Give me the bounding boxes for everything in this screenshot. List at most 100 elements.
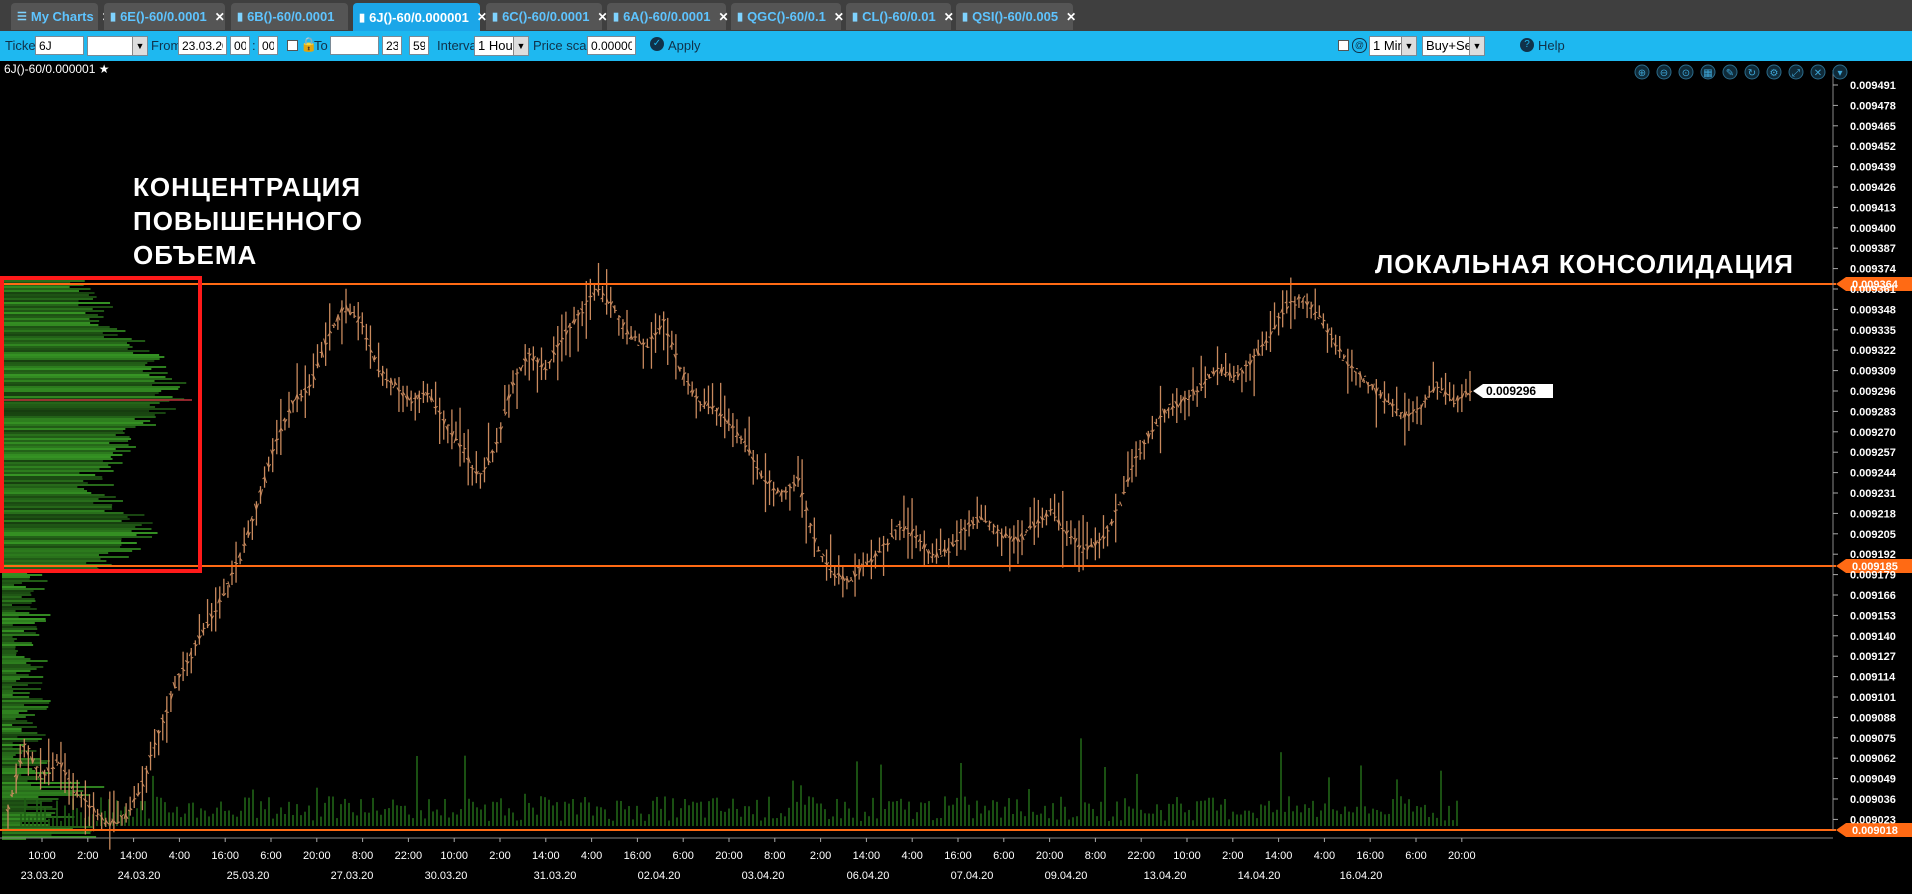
tab-qsi[interactable]: ▮ QSI()-60/0.005 ✕: [956, 3, 1076, 30]
volume-profile-bar: [2, 754, 16, 756]
close-icon[interactable]: ✕: [719, 10, 729, 24]
from-min-input[interactable]: [258, 36, 278, 55]
volume-profile-bar: [2, 536, 152, 538]
x-date-label: 31.03.20: [534, 870, 577, 882]
tab-qgc[interactable]: ▮ QGC()-60/0.1 ✕: [731, 3, 844, 30]
timeframe-select[interactable]: 1 Min ▼: [1369, 36, 1417, 56]
volume-bar: [408, 814, 410, 826]
apply-button[interactable]: Apply: [668, 38, 701, 53]
volume-profile-bar: [2, 724, 13, 726]
volume-bar: [1188, 809, 1190, 826]
volume-bar: [792, 780, 794, 826]
star-icon[interactable]: ★: [95, 62, 110, 76]
close-icon[interactable]: ✕: [1066, 10, 1076, 24]
volume-profile-bar: [2, 764, 41, 766]
volume-profile-bar: [2, 598, 35, 600]
volume-profile-bar: [2, 302, 111, 304]
volume-bar: [1296, 805, 1298, 826]
volume-bar: [296, 804, 298, 826]
volume-profile-bar: [2, 444, 129, 446]
tab-6c[interactable]: ▮ 6C()-60/0.0001 ✕: [486, 3, 608, 30]
volume-profile-bar: [2, 584, 15, 586]
volume-profile-bar: [2, 798, 59, 800]
tab-6a[interactable]: ▮ 6A()-60/0.0001 ✕: [607, 3, 729, 30]
volume-bar: [1416, 806, 1418, 826]
lock-checkbox[interactable]: [287, 40, 298, 51]
volume-bar: [1004, 806, 1006, 826]
volume-bar: [320, 816, 322, 826]
volume-profile-bar: [2, 280, 85, 282]
to-date-input[interactable]: [330, 36, 379, 55]
x-time-label: 22:00: [395, 850, 423, 862]
x-date-label: 30.03.20: [425, 870, 468, 882]
x-time-label: 16:00: [1356, 850, 1384, 862]
from-label: From: [151, 38, 182, 53]
volume-bar: [592, 815, 594, 826]
tab-6e[interactable]: ▮ 6E()-60/0.0001 ✕: [104, 3, 225, 30]
price-bar-close: [822, 553, 825, 557]
chart-tools[interactable]: ⊕ ⊖ ⊙ ▦ ✎ ↻ ⚙ ⤢ ✕ ▾: [1634, 64, 1848, 80]
volume-bar: [700, 801, 702, 826]
tab-6j[interactable]: ▮ 6J()-60/0.000001 ✕: [353, 3, 487, 31]
from-hour-input[interactable]: [230, 36, 250, 55]
volume-bar: [368, 812, 370, 826]
volume-bar: [852, 817, 854, 826]
close-icon[interactable]: ✕: [834, 10, 844, 24]
close-icon[interactable]: ✕: [215, 10, 225, 24]
volume-bar: [768, 796, 770, 826]
volume-profile-bar: [2, 834, 52, 836]
volume-bar: [572, 798, 574, 826]
volume-bar: [448, 817, 450, 826]
at-icon[interactable]: @: [1352, 38, 1367, 53]
ticker-select[interactable]: ▼: [87, 36, 148, 56]
help-icon[interactable]: ?: [1520, 38, 1534, 52]
volume-profile-bar: [2, 616, 19, 618]
volume-profile-bar: [2, 576, 30, 578]
x-date-label: 27.03.20: [331, 870, 374, 882]
volume-profile-bar: [2, 378, 172, 380]
interval-select[interactable]: 1 Hour ▼: [474, 36, 529, 56]
ticker-input[interactable]: [35, 36, 84, 55]
volume-profile-bar: [2, 704, 25, 706]
from-date-input[interactable]: [178, 36, 227, 55]
volume-bar: [736, 808, 738, 826]
volume-profile-bar: [2, 702, 50, 704]
volume-profile-bar: [2, 604, 13, 606]
tab-my-charts[interactable]: ☰My Charts✕: [11, 3, 112, 30]
volume-bar: [328, 796, 330, 826]
volume-profile-bar: [2, 676, 44, 678]
volume-bar: [1140, 809, 1142, 826]
price-scale-input[interactable]: [587, 36, 636, 55]
x-time-label: 20:00: [715, 850, 743, 862]
mode-select[interactable]: Buy+Sell ▼: [1422, 36, 1485, 56]
y-tick-label: 0.009062: [1850, 753, 1896, 765]
volume-profile-bar: [2, 356, 165, 358]
volume-bar: [312, 820, 314, 826]
pencil-icon-glyph: ✎: [1726, 68, 1734, 79]
volume-profile-bar: [2, 746, 13, 748]
volume-bar: [1008, 798, 1010, 826]
volume-bar: [896, 801, 898, 826]
volume-bar: [772, 818, 774, 826]
volume-bar: [1356, 806, 1358, 826]
volume-bar: [504, 815, 506, 826]
volume-bar: [400, 805, 402, 826]
tab-6b[interactable]: ▮ 6B()-60/0.0001: [231, 3, 348, 30]
price-bar-close: [1119, 501, 1123, 507]
volume-bar: [1172, 804, 1174, 826]
volume-bar: [744, 806, 746, 826]
options-checkbox[interactable]: [1338, 40, 1349, 51]
close-icon[interactable]: ✕: [944, 10, 954, 24]
volume-profile-bar: [2, 420, 151, 422]
volume-bar: [800, 785, 802, 826]
tab-cl[interactable]: ▮ CL()-60/0.01 ✕: [846, 3, 954, 30]
help-link[interactable]: Help: [1538, 38, 1565, 53]
volume-bar: [144, 801, 146, 826]
grid-icon-glyph: ▦: [1703, 68, 1712, 79]
price-bar-close: [569, 326, 573, 329]
to-hour-input[interactable]: [382, 36, 402, 55]
volume-bar: [1316, 816, 1318, 826]
volume-bar: [284, 814, 286, 826]
to-min-input[interactable]: [409, 36, 429, 55]
volume-bar: [500, 798, 502, 826]
